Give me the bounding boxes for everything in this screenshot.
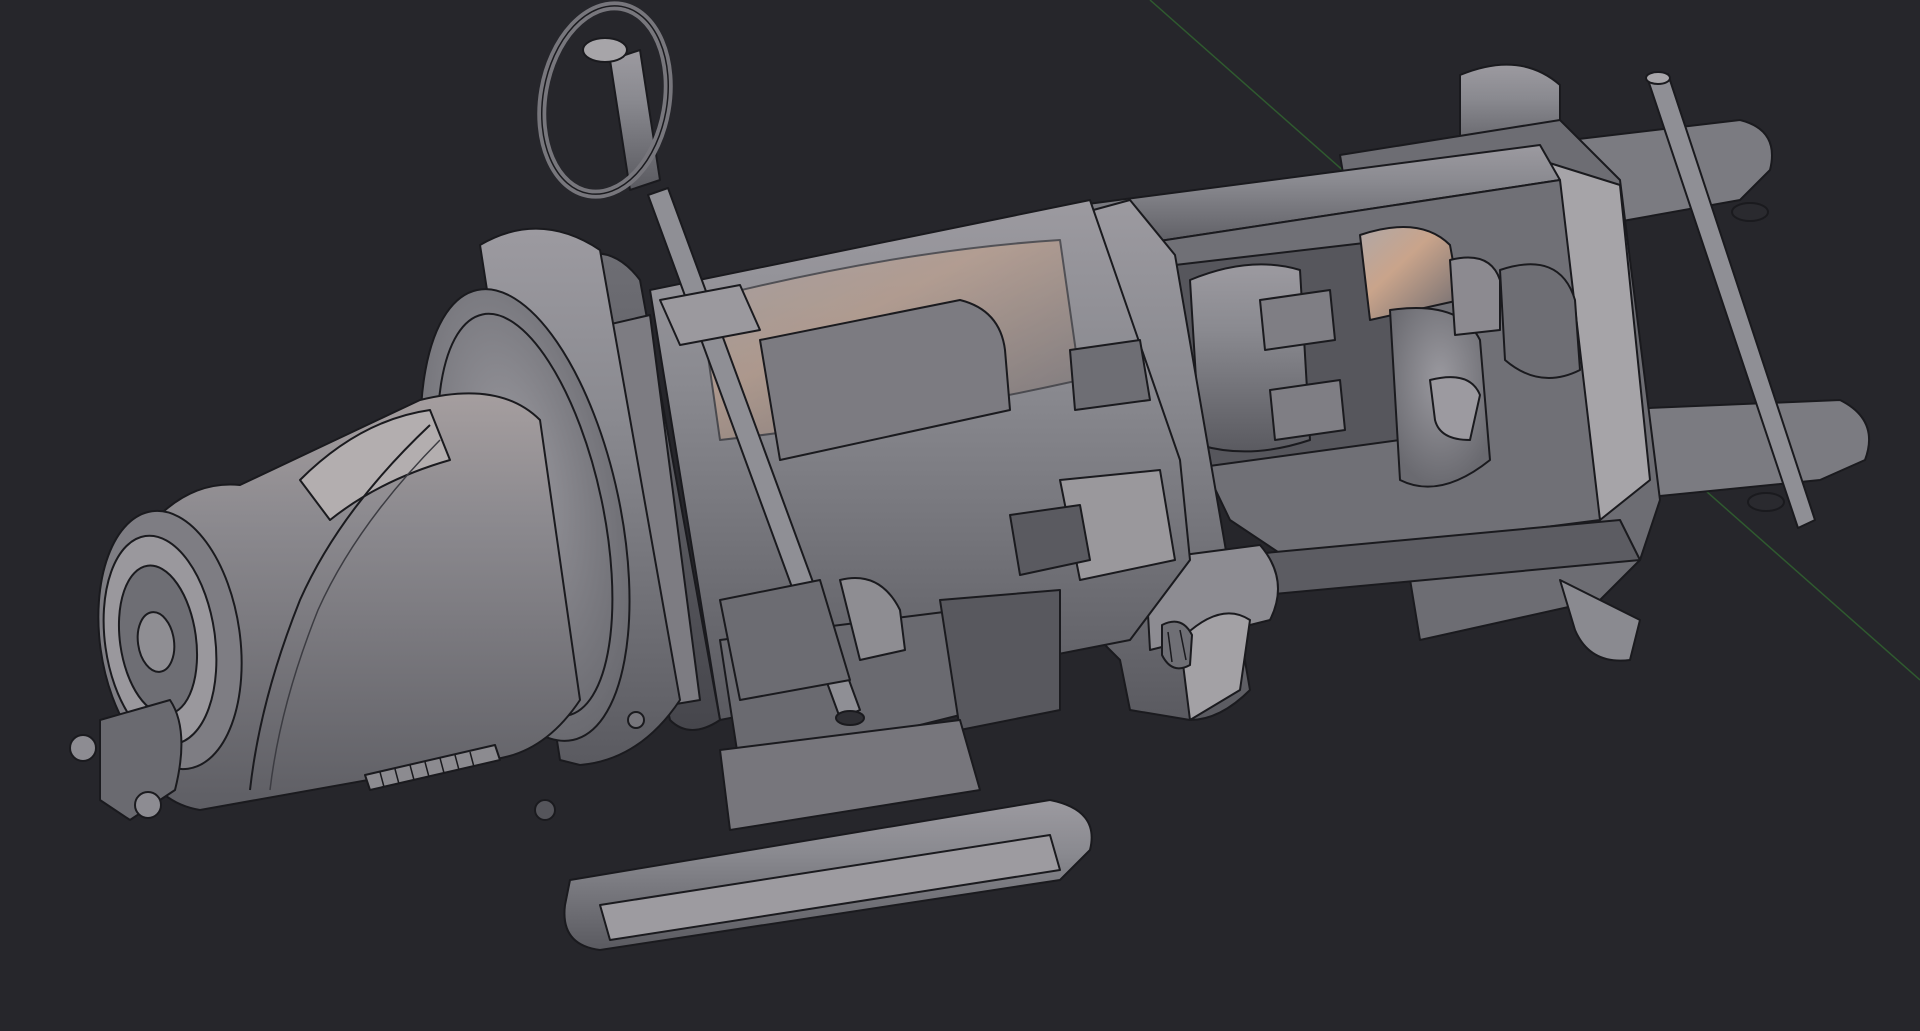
cad-assembly-model[interactable] (69, 0, 1870, 951)
3d-viewport[interactable] (0, 0, 1920, 1031)
viewport-scene[interactable] (0, 0, 1920, 1031)
front-nozzle[interactable] (69, 392, 581, 821)
